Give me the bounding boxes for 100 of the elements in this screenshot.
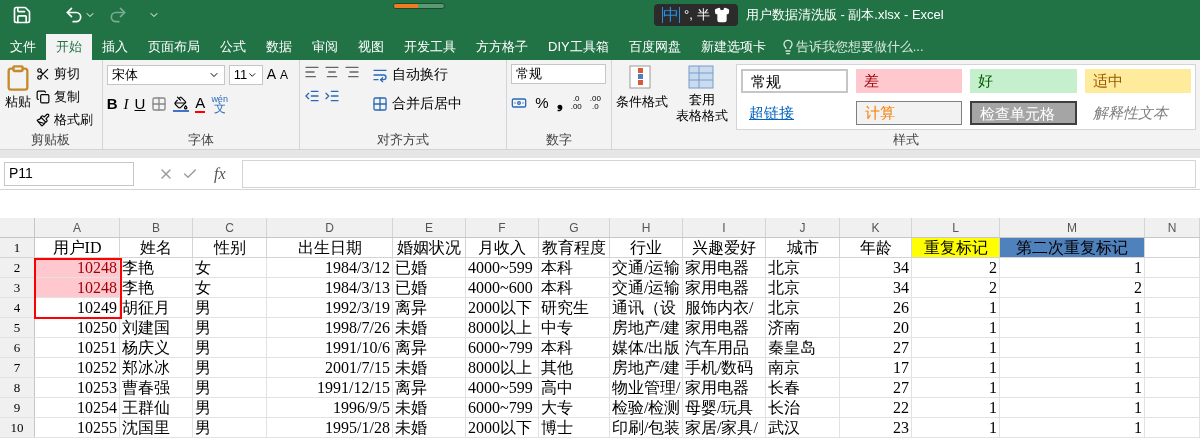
header-cell: 教育程度 (539, 238, 610, 257)
format-as-table-button[interactable]: 套用 表格格式 (676, 92, 728, 124)
save-icon[interactable] (12, 5, 32, 25)
table-cell: 高中 (539, 378, 610, 397)
table-cell: 8000以上 (466, 358, 539, 377)
row-header[interactable]: 1 (0, 238, 35, 257)
cell-style-option[interactable]: 适中 (1084, 69, 1191, 93)
table-cell: 李艳 (120, 278, 193, 297)
ribbon-tab[interactable]: 数据 (256, 34, 302, 60)
cell-style-option[interactable]: 好 (970, 69, 1077, 93)
table-cell: 10249 (35, 298, 120, 317)
column-header[interactable]: D (267, 218, 393, 237)
font-name-field[interactable]: 宋体 (106, 64, 225, 85)
format-painter-button[interactable]: 格式刷 (36, 112, 93, 128)
paintbrush-icon (36, 113, 50, 127)
table-cell: 26 (840, 298, 912, 317)
cut-button[interactable]: 剪切 (36, 66, 93, 82)
formula-field[interactable] (241, 159, 1196, 188)
table-cell: 1 (1000, 378, 1145, 397)
align-center-icon[interactable] (324, 64, 340, 80)
decrease-indent-icon[interactable] (304, 88, 320, 104)
row-header[interactable]: 10 (0, 418, 35, 437)
row-header[interactable]: 3 (0, 278, 35, 297)
number-format-field[interactable]: 常规 (511, 64, 607, 84)
paste-button[interactable]: 粘贴 (5, 92, 31, 112)
table-cell: 2000以下 (466, 298, 539, 317)
comma-button[interactable]: ❟ (556, 92, 563, 115)
column-header[interactable]: C (193, 218, 267, 237)
table-cell: 27 (840, 338, 912, 357)
column-header[interactable]: J (766, 218, 840, 237)
ribbon-tab[interactable]: 百度网盘 (618, 34, 691, 60)
insert-function-label[interactable]: fx (206, 161, 234, 186)
row-header[interactable]: 7 (0, 358, 35, 377)
table-cell: 男 (193, 398, 267, 417)
align-right-icon[interactable] (344, 64, 360, 80)
ribbon-tab[interactable]: 插入 (92, 34, 138, 60)
font-color-button[interactable]: A (195, 95, 206, 114)
column-header[interactable]: N (1145, 218, 1200, 237)
wrap-text-button[interactable]: 自动换行 (372, 64, 462, 85)
percent-button[interactable]: % (535, 92, 549, 115)
row-header[interactable]: 5 (0, 318, 35, 337)
ribbon-tab[interactable]: 开始 (46, 34, 92, 60)
ribbon-tab[interactable]: 文件 (0, 34, 46, 60)
column-header[interactable]: K (840, 218, 912, 237)
column-header[interactable]: F (466, 218, 539, 237)
ribbon-tab[interactable]: 页面布局 (138, 34, 210, 60)
table-cell: 王群仙 (120, 398, 193, 417)
ribbon-tab[interactable]: 公式 (210, 34, 256, 60)
table-format-icon[interactable] (687, 64, 717, 92)
column-header[interactable]: I (683, 218, 766, 237)
column-header[interactable]: A (35, 218, 120, 237)
bold-button[interactable]: B (106, 93, 118, 116)
column-header[interactable]: E (393, 218, 466, 237)
column-header[interactable]: L (912, 218, 1000, 237)
column-header[interactable]: H (610, 218, 683, 237)
table-cell: 北京 (766, 298, 840, 317)
row-header[interactable]: 2 (0, 258, 35, 277)
shrink-font-button[interactable]: A (280, 65, 289, 84)
column-header[interactable]: B (120, 218, 193, 237)
table-cell: 男 (193, 318, 267, 337)
undo-icon[interactable] (64, 5, 84, 25)
underline-button[interactable]: U (134, 93, 146, 116)
table-cell: 1 (1000, 318, 1145, 337)
header-cell: 第二次重复标记 (1000, 238, 1145, 257)
italic-button[interactable]: I (123, 93, 129, 116)
ribbon-tab[interactable]: 方方格子 (466, 34, 538, 60)
row-header[interactable]: 9 (0, 398, 35, 417)
table-cell: 未婚 (393, 318, 466, 337)
border-icon[interactable] (151, 96, 168, 113)
ribbon-tab[interactable]: 新建选项卡 (690, 34, 776, 60)
row-header[interactable]: 4 (0, 298, 35, 317)
table-cell: 未婚 (393, 418, 466, 437)
tell-me-search[interactable]: 告诉我您想要做什么... (795, 37, 924, 57)
increase-decimal-button[interactable]: .0 .00 (570, 95, 582, 112)
cell-style-option[interactable]: 差 (855, 69, 962, 93)
ribbon-tab[interactable]: 开发工具 (394, 34, 466, 60)
table-cell: 郑冰冰 (120, 358, 193, 377)
merge-center-button[interactable]: 合并后居中 (372, 93, 462, 114)
row-header[interactable]: 6 (0, 338, 35, 357)
phonetic-button[interactable]: wén 文 (211, 95, 228, 114)
ribbon-tab[interactable]: 视图 (348, 34, 394, 60)
align-left-icon[interactable] (304, 64, 320, 80)
column-header[interactable]: G (539, 218, 610, 237)
column-header[interactable]: M (1000, 218, 1145, 237)
copy-button[interactable]: 复制 (36, 89, 93, 105)
table-cell: 2 (912, 258, 1000, 277)
ime-indicator[interactable]: 中 °, 半 (654, 4, 738, 26)
font-size-field[interactable]: 11 (228, 64, 263, 85)
fill-color-icon[interactable] (173, 96, 190, 113)
table-cell: 离异 (393, 378, 466, 397)
grow-font-button[interactable]: A (266, 64, 276, 85)
ribbon-tab[interactable]: 审阅 (302, 34, 348, 60)
increase-indent-icon[interactable] (324, 88, 340, 104)
decrease-decimal-button[interactable]: .00 .0 (589, 95, 601, 112)
name-box[interactable]: P11 (4, 161, 134, 186)
row-header[interactable]: 8 (0, 378, 35, 397)
table-cell: 1 (1000, 298, 1145, 317)
conditional-format-button[interactable]: 条件格式 (616, 92, 668, 112)
ribbon-tab[interactable]: DIY工具箱 (538, 34, 619, 60)
cell-style-option[interactable]: 常规 (741, 69, 848, 93)
